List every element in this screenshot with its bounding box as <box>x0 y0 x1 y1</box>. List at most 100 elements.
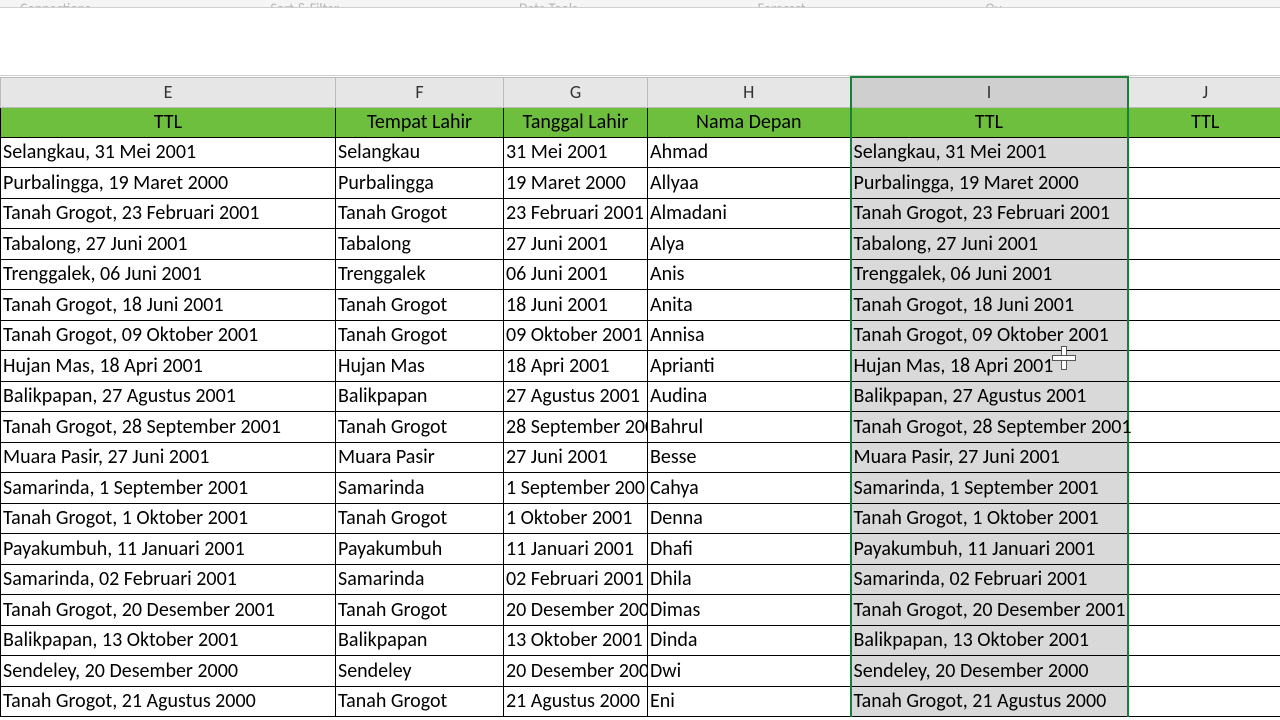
cell-I[interactable]: Purbalingga, 19 Maret 2000 <box>851 168 1128 199</box>
cell-F[interactable]: Balikpapan <box>336 625 504 656</box>
cell-G[interactable]: 11 Januari 2001 <box>504 534 648 565</box>
cell-F[interactable]: Payakumbuh <box>336 534 504 565</box>
table-row[interactable]: Samarinda, 02 Februari 2001Samarinda02 F… <box>1 564 1280 595</box>
cell-I[interactable]: Balikpapan, 27 Agustus 2001 <box>851 381 1128 412</box>
cell-E[interactable]: Samarinda, 02 Februari 2001 <box>1 564 336 595</box>
cell-J[interactable] <box>1128 229 1280 260</box>
cell-F[interactable]: Samarinda <box>336 473 504 504</box>
cell-H[interactable]: Allyaa <box>648 168 851 199</box>
cell-F[interactable]: Muara Pasir <box>336 442 504 473</box>
cell-I[interactable]: Tanah Grogot, 18 Juni 2001 <box>851 290 1128 321</box>
cell-E[interactable]: Tanah Grogot, 23 Februari 2001 <box>1 198 336 229</box>
cell-I[interactable]: Trenggalek, 06 Juni 2001 <box>851 259 1128 290</box>
cell-J[interactable] <box>1128 564 1280 595</box>
cell-F[interactable]: Tabalong <box>336 229 504 260</box>
cell-E[interactable]: Muara Pasir, 27 Juni 2001 <box>1 442 336 473</box>
cell-H[interactable]: Audina <box>648 381 851 412</box>
cell-H[interactable]: Dimas <box>648 595 851 626</box>
cell-G[interactable]: 1 September 2001 <box>504 473 648 504</box>
cell-I[interactable]: Hujan Mas, 18 Apri 2001 <box>851 351 1128 382</box>
table-row[interactable]: Muara Pasir, 27 Juni 2001Muara Pasir27 J… <box>1 442 1280 473</box>
cell-G[interactable]: 18 Juni 2001 <box>504 290 648 321</box>
cell-J[interactable] <box>1128 290 1280 321</box>
cell-H[interactable]: Dwi <box>648 656 851 687</box>
cell-E[interactable]: Tabalong, 27 Juni 2001 <box>1 229 336 260</box>
data-rows[interactable]: Selangkau, 31 Mei 2001Selangkau31 Mei 20… <box>1 137 1280 717</box>
cell-J[interactable] <box>1128 656 1280 687</box>
cell-E[interactable]: Tanah Grogot, 20 Desember 2001 <box>1 595 336 626</box>
table-row[interactable]: Tanah Grogot, 23 Februari 2001 Tanah Grog… <box>1 198 1280 229</box>
cell-E[interactable]: Trenggalek, 06 Juni 2001 <box>1 259 336 290</box>
cell-F[interactable]: Tanah Grogot <box>336 320 504 351</box>
cell-J[interactable] <box>1128 534 1280 565</box>
cell-J[interactable] <box>1128 351 1280 382</box>
column-header-E[interactable]: E <box>1 77 336 107</box>
cell-H[interactable]: Anita <box>648 290 851 321</box>
cell-H[interactable]: Alya <box>648 229 851 260</box>
table-row[interactable]: Tanah Grogot, 18 Juni 2001 Tanah Grogot18… <box>1 290 1280 321</box>
field-header-cell[interactable]: Tempat Lahir <box>336 107 504 137</box>
cell-I[interactable]: Samarinda, 1 September 2001 <box>851 473 1128 504</box>
column-header-F[interactable]: F <box>336 77 504 107</box>
cell-H[interactable]: Besse <box>648 442 851 473</box>
cell-E[interactable]: Balikpapan, 27 Agustus 2001 <box>1 381 336 412</box>
cell-G[interactable]: 13 Oktober 2001 <box>504 625 648 656</box>
table-row[interactable]: Tanah Grogot, 09 Oktober 2001 Tanah Grogo… <box>1 320 1280 351</box>
cell-E[interactable]: Hujan Mas, 18 Apri 2001 <box>1 351 336 382</box>
cell-J[interactable] <box>1128 320 1280 351</box>
cell-G[interactable]: 27 Juni 2001 <box>504 442 648 473</box>
cell-J[interactable] <box>1128 412 1280 443</box>
field-header-cell[interactable]: Tanggal Lahir <box>504 107 648 137</box>
cell-G[interactable]: 27 Agustus 2001 <box>504 381 648 412</box>
cell-E[interactable]: Payakumbuh, 11 Januari 2001 <box>1 534 336 565</box>
cell-J[interactable] <box>1128 168 1280 199</box>
cell-E[interactable]: Purbalingga, 19 Maret 2000 <box>1 168 336 199</box>
cell-J[interactable] <box>1128 686 1280 717</box>
cell-F[interactable]: Tanah Grogot <box>336 290 504 321</box>
table-row[interactable]: Tanah Grogot, 1 Oktober 2001Tanah Grogot… <box>1 503 1280 534</box>
cell-H[interactable]: Aprianti <box>648 351 851 382</box>
cell-I[interactable]: Tanah Grogot, 28 September 2001 <box>851 412 1128 443</box>
cell-G[interactable]: 19 Maret 2000 <box>504 168 648 199</box>
cell-H[interactable]: Almadani <box>648 198 851 229</box>
column-header-G[interactable]: G <box>504 77 648 107</box>
cell-F[interactable]: Samarinda <box>336 564 504 595</box>
cell-J[interactable] <box>1128 473 1280 504</box>
cell-I[interactable]: Sendeley, 20 Desember 2000 <box>851 656 1128 687</box>
cell-H[interactable]: Anis <box>648 259 851 290</box>
table-row[interactable]: Hujan Mas, 18 Apri 2001Hujan Mas18 Apri … <box>1 351 1280 382</box>
table-row[interactable]: Purbalingga, 19 Maret 2000Purbalingga19 … <box>1 168 1280 199</box>
cell-I[interactable]: Tanah Grogot, 23 Februari 2001 <box>851 198 1128 229</box>
cell-E[interactable]: Tanah Grogot, 1 Oktober 2001 <box>1 503 336 534</box>
cell-J[interactable] <box>1128 381 1280 412</box>
field-header-cell[interactable]: TTL <box>851 107 1128 137</box>
cell-H[interactable]: Cahya <box>648 473 851 504</box>
cell-J[interactable] <box>1128 442 1280 473</box>
cell-F[interactable]: Selangkau <box>336 137 504 168</box>
cell-G[interactable]: 28 September 2001 <box>504 412 648 443</box>
cell-F[interactable]: Balikpapan <box>336 381 504 412</box>
cell-G[interactable]: 02 Februari 2001 <box>504 564 648 595</box>
cell-G[interactable]: 06 Juni 2001 <box>504 259 648 290</box>
cell-G[interactable]: 20 Desember 2001 <box>504 595 648 626</box>
cell-H[interactable]: Dinda <box>648 625 851 656</box>
column-header-I[interactable]: I <box>851 77 1128 107</box>
cell-G[interactable]: 31 Mei 2001 <box>504 137 648 168</box>
column-header-row[interactable]: E F G H I J <box>1 77 1280 107</box>
cell-J[interactable] <box>1128 625 1280 656</box>
cell-J[interactable] <box>1128 595 1280 626</box>
cell-G[interactable]: 20 Desember 2000 <box>504 656 648 687</box>
cell-E[interactable]: Selangkau, 31 Mei 2001 <box>1 137 336 168</box>
cell-H[interactable]: Annisa <box>648 320 851 351</box>
cell-J[interactable] <box>1128 137 1280 168</box>
field-header-row[interactable]: TTL Tempat Lahir Tanggal Lahir Nama Depa… <box>1 107 1280 137</box>
table-row[interactable]: Selangkau, 31 Mei 2001Selangkau31 Mei 20… <box>1 137 1280 168</box>
cell-I[interactable]: Tanah Grogot, 09 Oktober 2001 <box>851 320 1128 351</box>
cell-F[interactable]: Tanah Grogot <box>336 595 504 626</box>
column-header-H[interactable]: H <box>648 77 851 107</box>
cell-I[interactable]: Payakumbuh, 11 Januari 2001 <box>851 534 1128 565</box>
field-header-cell[interactable]: Nama Depan <box>648 107 851 137</box>
worksheet-table[interactable]: E F G H I J TTL Tempat Lahir Tanggal Lah… <box>0 76 1280 717</box>
formula-bar-area[interactable] <box>0 8 1280 76</box>
column-header-J[interactable]: J <box>1128 77 1280 107</box>
